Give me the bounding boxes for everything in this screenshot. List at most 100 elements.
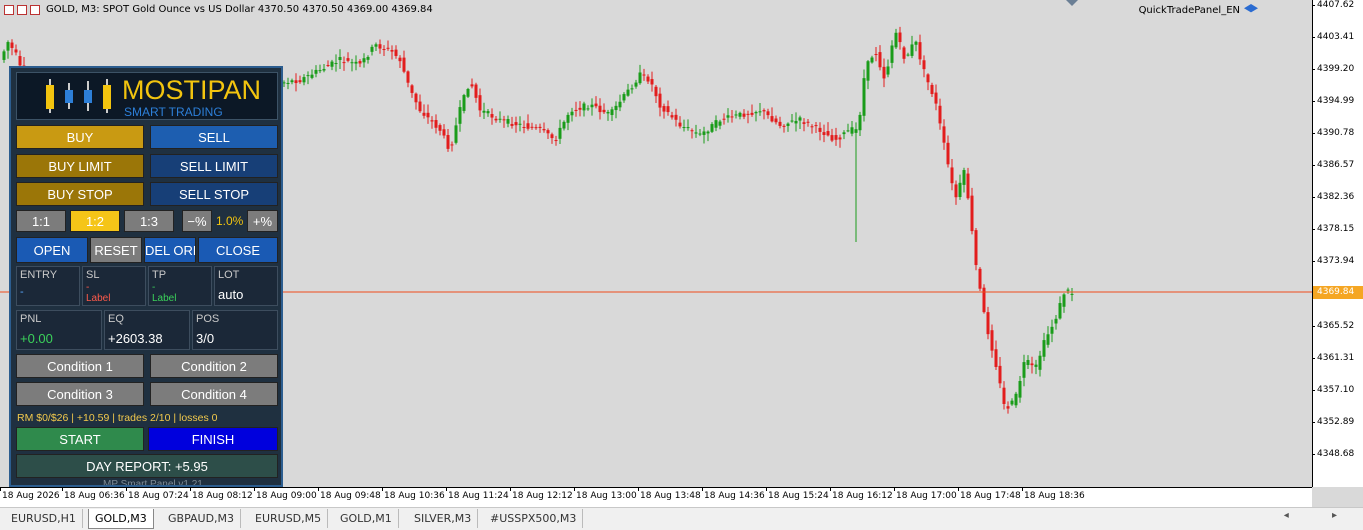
chart-tab[interactable]: GOLD,M3 (88, 509, 154, 529)
candle-body (310, 74, 314, 78)
candle-body (1054, 318, 1058, 324)
candle-body (6, 42, 10, 51)
day-report-button[interactable]: DAY REPORT: +5.95 (16, 454, 278, 478)
candle-body (378, 44, 382, 49)
candle-body (874, 54, 878, 56)
chart-restore-icon[interactable] (17, 4, 27, 15)
rr-1-1-button[interactable]: 1:1 (16, 210, 66, 232)
candle-body (402, 57, 406, 72)
candle-body (558, 127, 562, 139)
close-button[interactable]: CLOSE (198, 237, 278, 263)
candle-body (442, 129, 446, 136)
chart-close-icon[interactable] (30, 4, 40, 15)
chart-tab[interactable]: EURUSD,H1 (5, 509, 83, 528)
time-axis[interactable]: 18 Aug 2026 18 Aug 06:36 18 Aug 07:24 18 Au… (0, 487, 1312, 507)
price-tick: 4378.15 (1311, 224, 1355, 234)
candle-body (1014, 393, 1018, 406)
candle-body (642, 74, 646, 76)
price-tick: 4352.89 (1311, 417, 1355, 427)
candle-body (682, 127, 686, 129)
tab-scroll-arrows[interactable]: ◂ ▸ (1284, 510, 1357, 521)
candle-body (334, 63, 338, 65)
chart-tab[interactable]: EURUSD,M5 (249, 509, 329, 528)
tp-box[interactable]: TP - Label (148, 266, 212, 306)
candle-body (502, 119, 506, 121)
candle-body (962, 170, 966, 185)
candle-body (538, 126, 542, 129)
lot-box[interactable]: LOT auto (214, 266, 278, 306)
chart-symbol-title: GOLD, M3: SPOT Gold Ounce vs US Dollar 4… (46, 4, 433, 15)
chart-menu-icon[interactable] (4, 4, 14, 15)
candle-body (766, 111, 770, 116)
risk-percent-value: 1.0% (216, 214, 244, 228)
positions-label: POS (196, 313, 220, 325)
candle-body (1042, 340, 1046, 357)
graduation-cap-icon[interactable] (1244, 4, 1258, 13)
buy-button[interactable]: BUY (16, 125, 144, 149)
condition-3-button[interactable]: Condition 3 (16, 382, 144, 406)
rr-1-3-button[interactable]: 1:3 (124, 210, 174, 232)
time-tick: 18 Aug 17:00 (894, 488, 957, 501)
time-tick: 18 Aug 2026 (0, 488, 60, 501)
tp-label: TP (152, 269, 167, 281)
price-tick: 4357.10 (1311, 385, 1355, 395)
candle-body (774, 118, 778, 123)
entry-box[interactable]: ENTRY - (16, 266, 80, 306)
price-axis[interactable]: 4407.62 4403.41 4399.20 4394.99 4390.78 4386.… (1311, 0, 1363, 487)
price-tick: 4348.68 (1311, 449, 1355, 459)
candle-body (934, 92, 938, 104)
chart-tab[interactable]: SILVER,M3 (408, 509, 479, 528)
candle-body (882, 66, 886, 79)
chart-tab[interactable]: GOLD,M1 (334, 509, 399, 528)
reset-button[interactable]: RESET (90, 237, 142, 263)
candle-body (398, 57, 402, 62)
candle-body (602, 109, 606, 113)
candle-body (1034, 364, 1038, 367)
buy-stop-button[interactable]: BUY STOP (16, 182, 144, 206)
sell-stop-button[interactable]: SELL STOP (150, 182, 278, 206)
equity-value: +2603.38 (108, 331, 163, 346)
condition-2-button[interactable]: Condition 2 (150, 354, 278, 378)
start-button[interactable]: START (16, 427, 144, 451)
candle-body (1018, 380, 1022, 398)
candle-body (530, 126, 534, 128)
condition-4-button[interactable]: Condition 4 (150, 382, 278, 406)
risk-minus-button[interactable]: −% (182, 210, 212, 232)
candle-body (730, 116, 734, 118)
buy-limit-button[interactable]: BUY LIMIT (16, 154, 144, 178)
candle-body (858, 114, 862, 131)
candle-body (814, 125, 818, 127)
candle-body (514, 122, 518, 126)
chart-shift-marker[interactable] (1066, 0, 1078, 6)
open-button[interactable]: OPEN (16, 237, 88, 263)
candle-body (662, 106, 666, 112)
pnl-value: +0.00 (20, 331, 53, 346)
sell-button[interactable]: SELL (150, 125, 278, 149)
chart-tab[interactable]: GBPAUD,M3 (162, 509, 242, 528)
candle-body (690, 130, 694, 132)
candle-body (446, 135, 450, 149)
candle-body (754, 112, 758, 114)
rr-1-2-button[interactable]: 1:2 (70, 210, 120, 232)
candle-body (1058, 303, 1062, 319)
sell-limit-button[interactable]: SELL LIMIT (150, 154, 278, 178)
risk-plus-button[interactable]: +% (247, 210, 278, 232)
candle-body (818, 127, 822, 132)
candle-body (970, 195, 974, 232)
candle-body (906, 54, 910, 56)
candle-body (458, 107, 462, 124)
sl-box[interactable]: SL - Label (82, 266, 146, 306)
candle-body (1010, 400, 1014, 405)
candle-body (886, 66, 890, 75)
candle-body (10, 42, 14, 48)
delete-orders-button[interactable]: DEL ORD (144, 237, 196, 263)
candle-body (390, 50, 394, 52)
condition-1-button[interactable]: Condition 1 (16, 354, 144, 378)
chart-tab[interactable]: #USSPX500,M3 (484, 509, 584, 528)
finish-button[interactable]: FINISH (148, 427, 278, 451)
candle-body (978, 268, 982, 289)
time-tick: 18 Aug 11:24 (446, 488, 509, 501)
candle-body (550, 134, 554, 139)
candle-body (890, 45, 894, 63)
candle-body (526, 123, 530, 129)
